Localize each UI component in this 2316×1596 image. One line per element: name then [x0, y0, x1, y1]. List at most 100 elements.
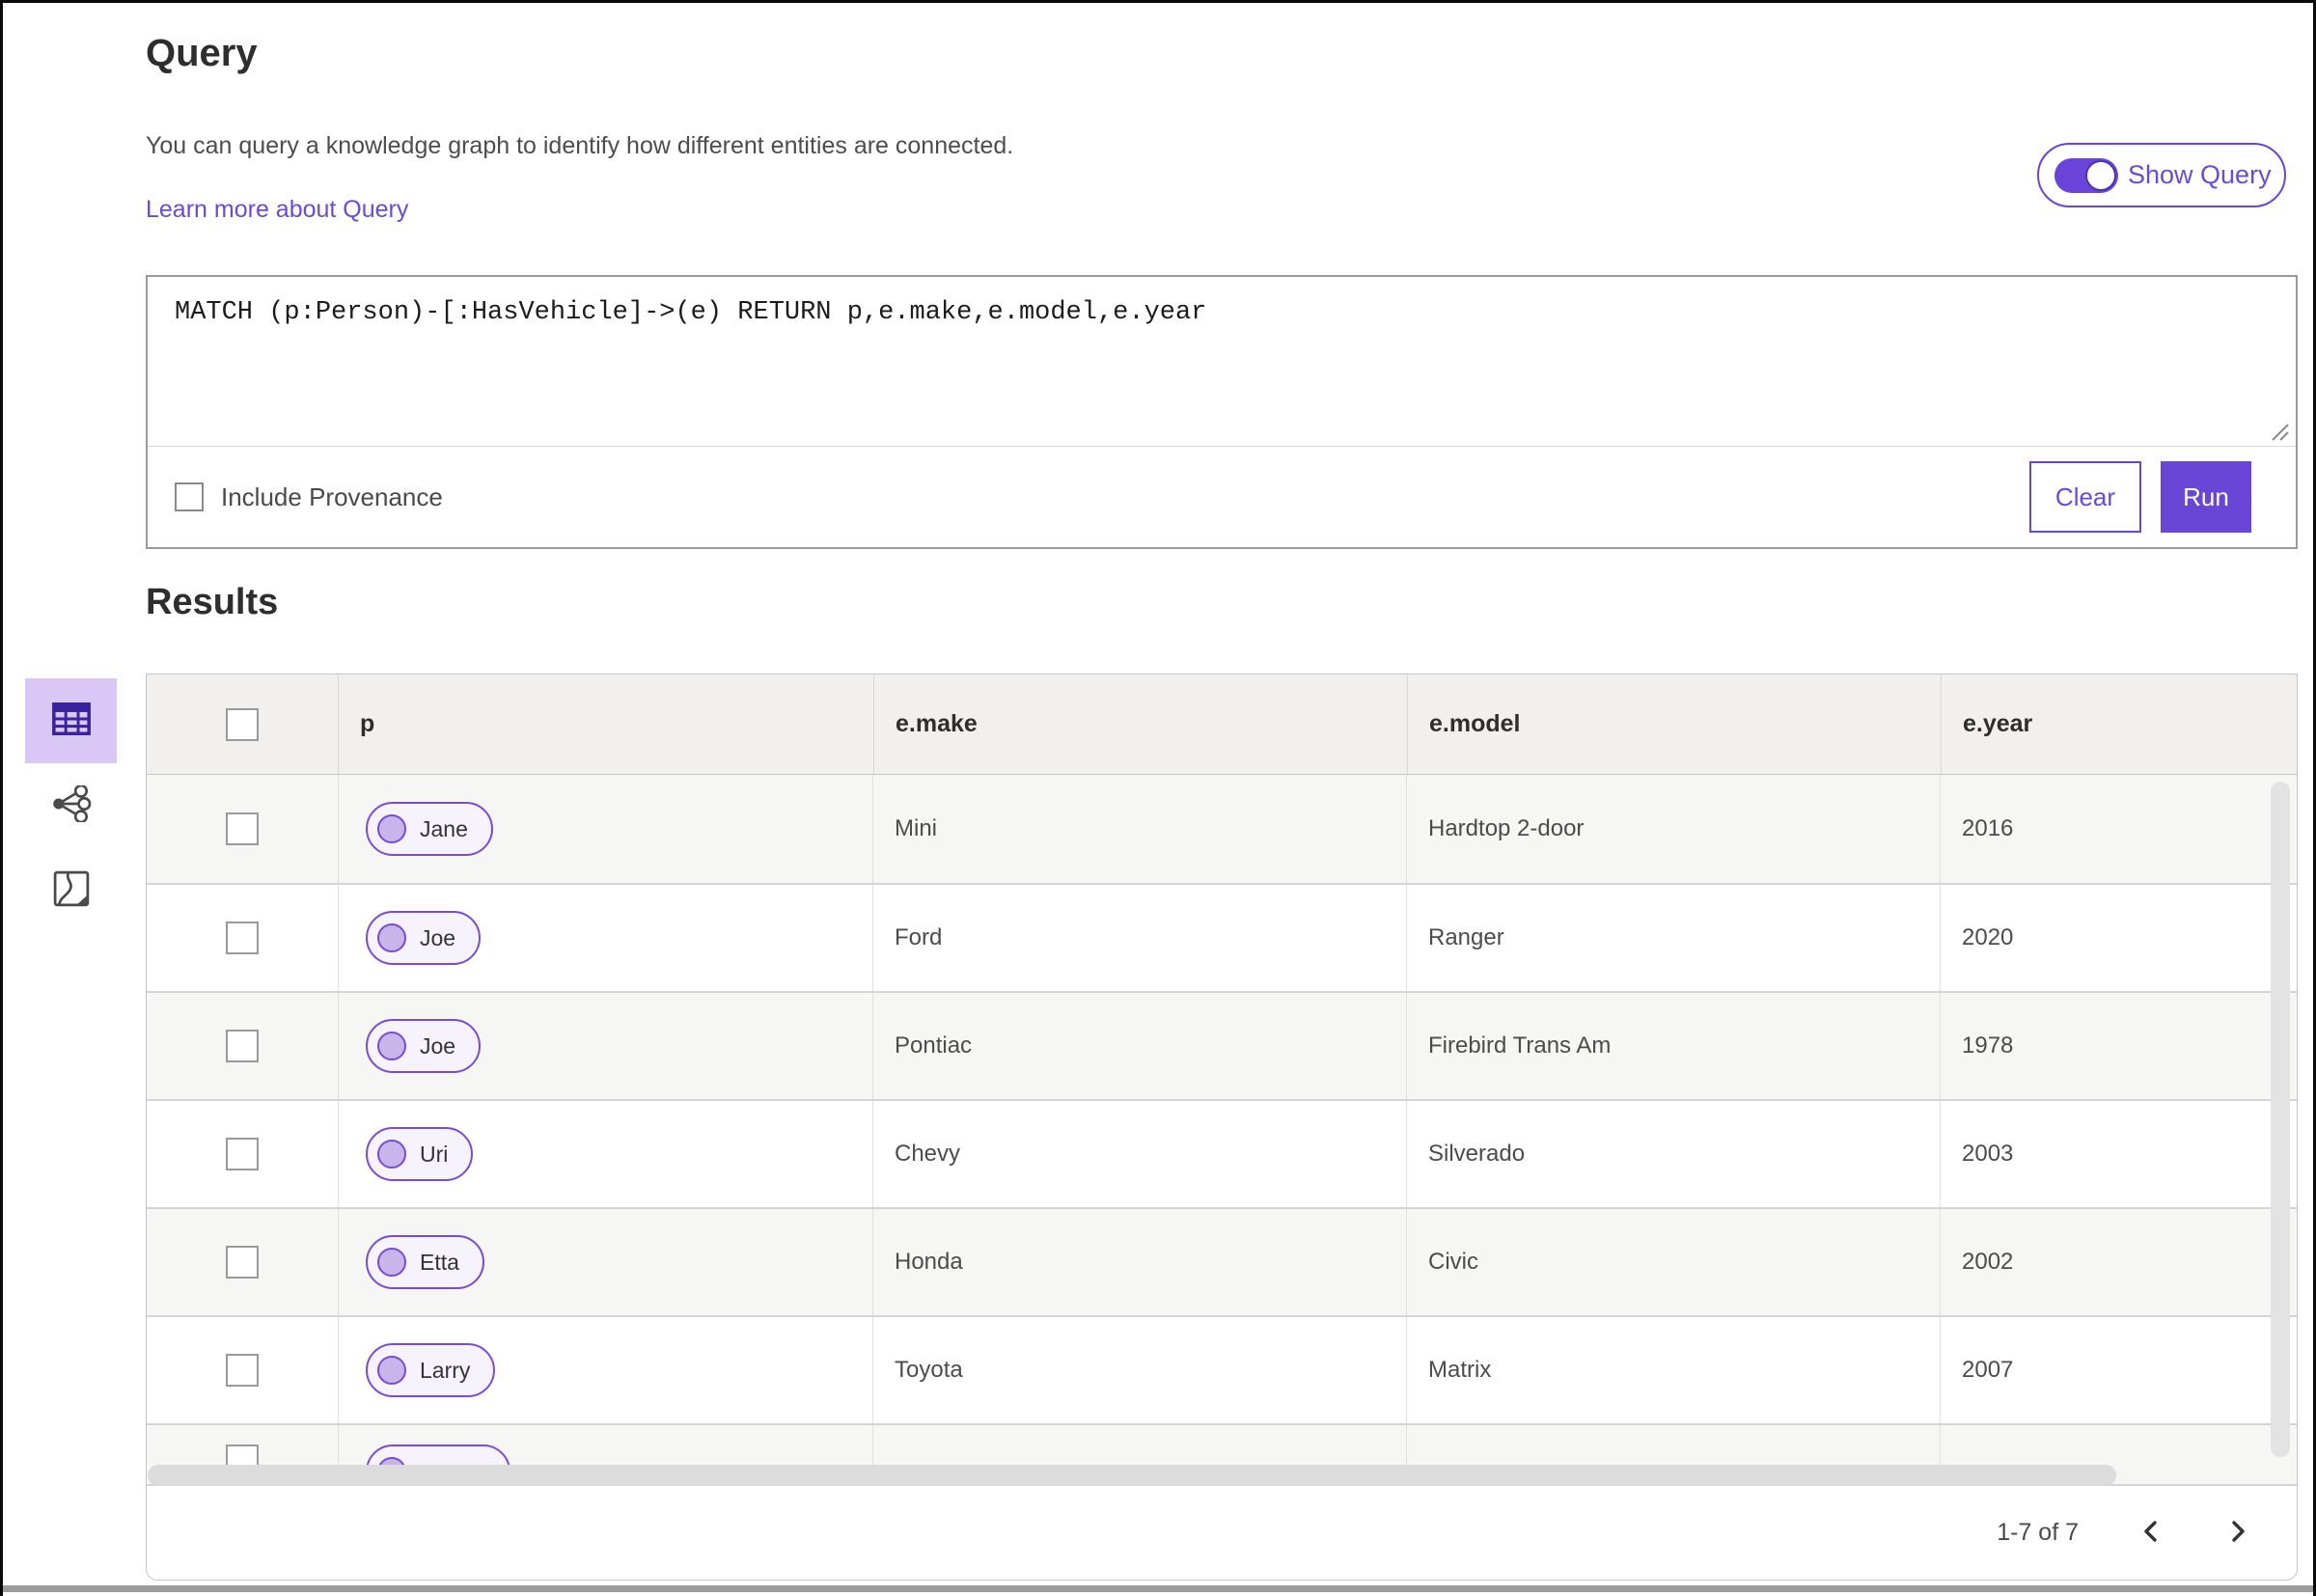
row-checkbox[interactable] [226, 1030, 259, 1062]
year-cell: 2020 [1940, 885, 2297, 991]
person-cell: Larry [338, 1317, 872, 1423]
person-chip[interactable]: Jane [366, 802, 493, 856]
query-buttons: Clear Run [2029, 461, 2251, 533]
year-cell: 2016 [1940, 775, 2297, 883]
year-cell: 2002 [1940, 1209, 2297, 1315]
map-view-button[interactable] [25, 848, 117, 933]
row-checkbox[interactable] [226, 1354, 259, 1387]
table-row: Joe Ford Ranger 2020 [147, 883, 2297, 991]
person-cell: Jane [338, 775, 872, 883]
column-header-year: e.year [1941, 674, 2297, 774]
person-cell: Uri [338, 1101, 872, 1207]
clear-button[interactable]: Clear [2029, 461, 2141, 533]
link-chart-icon [51, 784, 92, 827]
query-panel: MATCH (p:Person)-[:HasVehicle]->(e) RETU… [146, 275, 2298, 549]
table-view-button[interactable] [25, 678, 117, 763]
table-row: Uri Chevy Silverado 2003 [147, 1099, 2297, 1207]
model-cell: Hardtop 2-door [1406, 775, 1940, 883]
person-chip[interactable]: Larry [366, 1343, 496, 1397]
person-cell: Etta [338, 1209, 872, 1315]
entity-node-icon [377, 1356, 406, 1385]
query-input[interactable]: MATCH (p:Person)-[:HasVehicle]->(e) RETU… [148, 277, 2296, 446]
person-chip-label: Jane [420, 815, 468, 841]
person-chip-label: Joe [420, 924, 456, 950]
entity-node-icon [377, 1248, 406, 1277]
table-row: Larry Toyota Matrix 2007 [147, 1315, 2297, 1423]
horizontal-scrollbar[interactable] [148, 1465, 2116, 1486]
column-header-p: p [338, 674, 873, 774]
row-select-cell [147, 993, 338, 1099]
row-select-cell [147, 1209, 338, 1315]
resize-handle-icon[interactable] [2268, 420, 2291, 448]
table-row: Etta Honda Civic 2002 [147, 1207, 2297, 1315]
chevron-right-icon [2225, 1516, 2250, 1550]
checkbox-icon[interactable] [175, 482, 204, 511]
chevron-left-icon [2138, 1516, 2164, 1550]
toggle-on-icon[interactable] [2054, 157, 2118, 193]
pagination-range: 1-7 of 7 [1997, 1519, 2079, 1546]
learn-more-link[interactable]: Learn more about Query [146, 196, 408, 224]
make-cell: Pontiac [872, 993, 1406, 1099]
year-cell: 2003 [1940, 1101, 2297, 1207]
row-select-cell [147, 775, 338, 883]
query-description: You can query a knowledge graph to ident… [146, 132, 1014, 159]
results-table: p e.make e.model e.year Jane Mini Hardto… [146, 674, 2298, 1581]
table-icon [51, 702, 91, 740]
row-select-cell [147, 885, 338, 991]
row-select-cell [147, 1317, 338, 1423]
results-title: Results [146, 582, 279, 622]
include-provenance-checkbox[interactable]: Include Provenance [175, 482, 443, 512]
year-cell: 2007 [1940, 1317, 2297, 1423]
row-checkbox[interactable] [226, 1138, 259, 1170]
make-cell: Toyota [872, 1317, 1406, 1423]
show-query-label: Show Query [2128, 160, 2272, 189]
person-cell: Joe [338, 993, 872, 1099]
person-chip-label: Joe [420, 1032, 456, 1059]
table-row: Joe Pontiac Firebird Trans Am 1978 [147, 991, 2297, 1099]
person-chip[interactable]: Uri [366, 1127, 474, 1181]
column-header-model: e.model [1407, 674, 1941, 774]
person-chip-label: Uri [420, 1141, 449, 1167]
model-cell: Civic [1406, 1209, 1940, 1315]
make-cell: Honda [872, 1209, 1406, 1315]
person-chip[interactable]: Joe [366, 1019, 482, 1073]
window-bottom-edge [3, 1585, 2313, 1592]
table-body: Jane Mini Hardtop 2-door 2016 Joe Ford R… [146, 775, 2298, 1484]
query-controls: Include Provenance Clear Run [148, 447, 2296, 547]
model-cell: Silverado [1406, 1101, 1940, 1207]
make-cell: Ford [872, 885, 1406, 991]
person-chip[interactable]: Etta [366, 1235, 484, 1289]
entity-node-icon [377, 1032, 406, 1060]
model-cell: Firebird Trans Am [1406, 993, 1940, 1099]
row-checkbox[interactable] [226, 812, 259, 845]
toggle-knob [2085, 159, 2116, 191]
show-query-toggle[interactable]: Show Query [2037, 143, 2286, 207]
row-checkbox[interactable] [226, 922, 259, 954]
row-checkbox[interactable] [226, 1246, 259, 1279]
run-button[interactable]: Run [2161, 461, 2251, 533]
row-select-cell [147, 1101, 338, 1207]
person-chip-label: Larry [420, 1357, 471, 1383]
person-chip[interactable]: Joe [366, 911, 482, 965]
model-cell: Matrix [1406, 1317, 1940, 1423]
entity-node-icon [377, 923, 406, 952]
previous-page-button[interactable] [2137, 1514, 2165, 1553]
model-cell: Ranger [1406, 885, 1940, 991]
app-window: Query You can query a knowledge graph to… [0, 0, 2316, 1596]
make-cell: Chevy [872, 1101, 1406, 1207]
table-header: p e.make e.model e.year [146, 674, 2298, 775]
select-all-checkbox[interactable] [226, 707, 259, 741]
include-provenance-label: Include Provenance [221, 482, 443, 511]
table-footer: 1-7 of 7 [146, 1484, 2298, 1581]
next-page-button[interactable] [2223, 1514, 2252, 1553]
entity-node-icon [377, 814, 406, 843]
make-cell: Mini [872, 775, 1406, 883]
person-cell: Joe [338, 885, 872, 991]
view-switcher [25, 678, 117, 933]
map-icon [53, 870, 90, 912]
year-cell: 1978 [1940, 993, 2297, 1099]
entity-node-icon [377, 1140, 406, 1169]
vertical-scrollbar[interactable] [2271, 782, 2290, 1457]
link-chart-view-button[interactable] [25, 763, 117, 848]
person-chip-label: Etta [420, 1249, 459, 1275]
